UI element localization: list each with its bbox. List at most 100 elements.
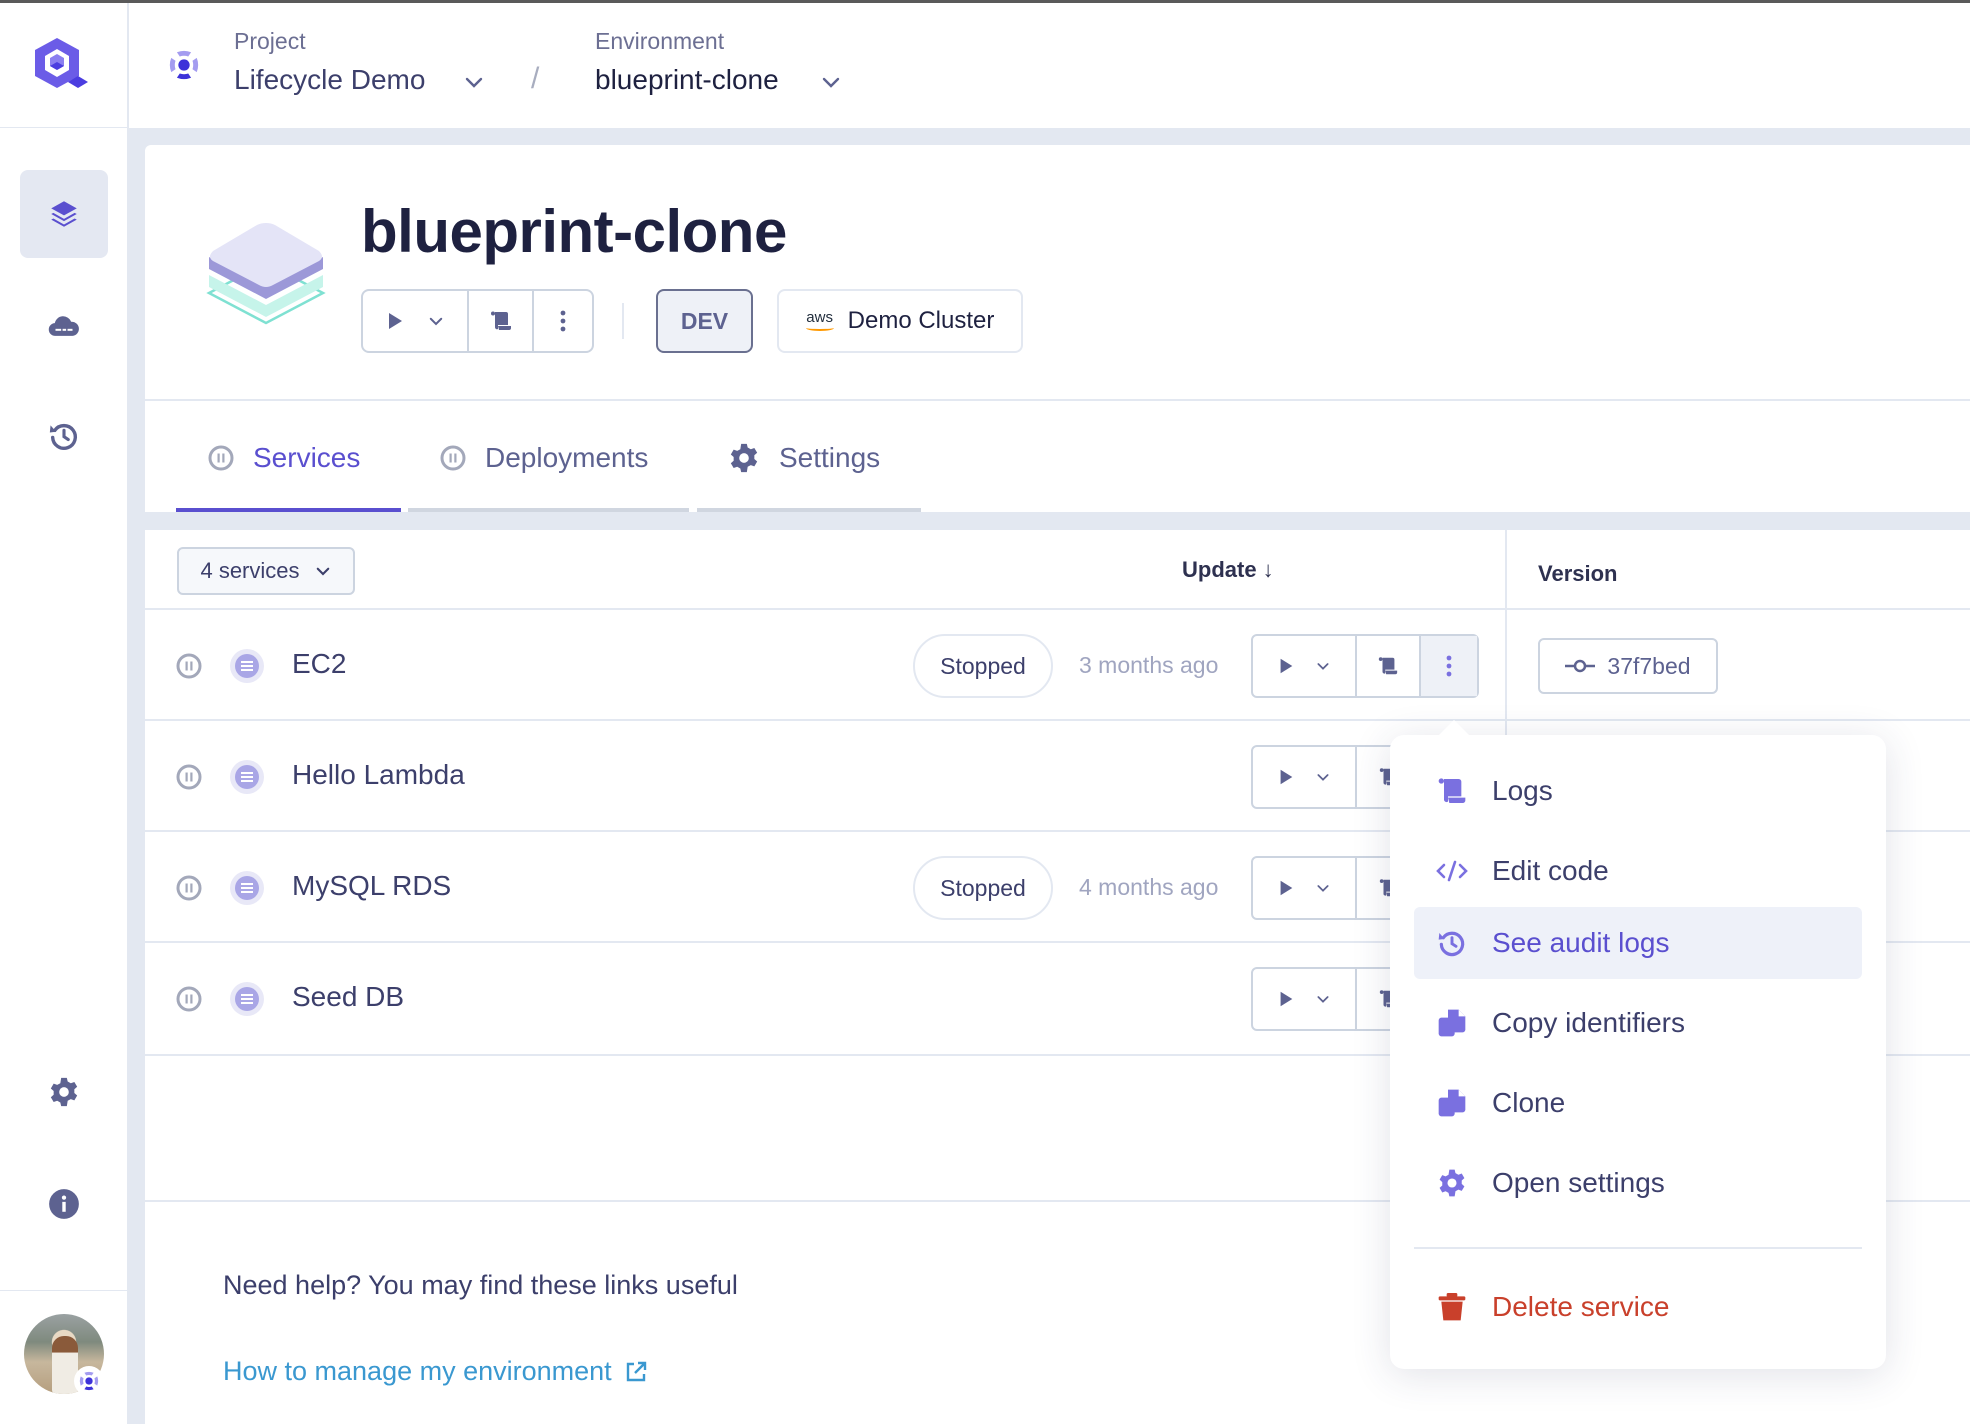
tab-indicator-settings	[697, 508, 921, 512]
service-icon	[230, 760, 264, 794]
trash-icon	[1438, 1293, 1466, 1321]
info-icon	[49, 1189, 79, 1219]
gear-icon	[1439, 1169, 1465, 1197]
gear-icon	[730, 443, 758, 473]
environment-illustration-icon	[206, 223, 326, 325]
cluster-name: Demo Cluster	[847, 307, 995, 334]
qovery-logo-icon[interactable]	[32, 36, 94, 94]
sidebar-item-environments[interactable]	[20, 170, 108, 258]
sidebar-item-audit-logs[interactable]	[20, 392, 108, 480]
chevron-down-icon	[1317, 663, 1329, 670]
menu-divider	[1414, 1247, 1862, 1249]
organization-badge-icon	[74, 1366, 104, 1396]
breadcrumb-separator: /	[531, 62, 540, 95]
project-name[interactable]: Lifecycle Demo	[234, 64, 425, 96]
sidebar-item-cluster[interactable]	[20, 282, 108, 370]
deploy-button[interactable]	[1253, 858, 1357, 918]
chevron-down-icon	[316, 567, 329, 576]
status-badge: Stopped	[913, 856, 1053, 920]
play-icon	[1280, 769, 1293, 785]
menu-item-logs[interactable]: Logs	[1414, 755, 1862, 827]
play-icon	[1280, 658, 1293, 674]
environment-title: blueprint-clone	[361, 198, 787, 265]
environment-logs-button[interactable]	[469, 291, 534, 351]
status-icon	[176, 653, 202, 679]
menu-item-copy-identifiers[interactable]: Copy identifiers	[1414, 987, 1862, 1059]
copy-icon	[1438, 1009, 1466, 1037]
sidebar-header-divider	[0, 127, 128, 128]
service-name[interactable]: MySQL RDS	[292, 870, 451, 902]
deploy-button[interactable]	[1253, 636, 1357, 696]
environment-name[interactable]: blueprint-clone	[595, 64, 779, 96]
services-count: 4 services	[200, 558, 300, 583]
menu-item-delete-service[interactable]: Delete service	[1414, 1271, 1862, 1343]
menu-item-clone[interactable]: Clone	[1414, 1067, 1862, 1139]
gear-icon	[50, 1077, 78, 1107]
status-icon	[176, 986, 202, 1012]
status-icon	[440, 445, 466, 471]
chevron-down-icon[interactable]	[819, 70, 843, 94]
copy-icon	[1438, 1089, 1466, 1117]
last-update: 4 months ago	[1079, 874, 1219, 900]
play-icon	[389, 313, 402, 329]
cloud-icon	[48, 316, 79, 336]
more-vertical-icon	[560, 310, 566, 332]
project-label: Project	[234, 28, 306, 54]
service-icon	[230, 649, 264, 683]
history-icon	[1438, 931, 1465, 957]
service-context-menu: Logs Edit code See audit logs Copy ident…	[1390, 735, 1886, 1369]
version-commit-button[interactable]: 37f7bed	[1538, 638, 1718, 694]
status-icon	[176, 764, 202, 790]
toolbar-divider	[622, 303, 624, 339]
tab-settings[interactable]: Settings	[727, 437, 880, 479]
chevron-down-icon	[429, 317, 443, 326]
deploy-button[interactable]	[363, 291, 469, 351]
service-logs-button[interactable]	[1357, 636, 1421, 696]
service-more-button[interactable]	[1421, 636, 1477, 696]
tab-indicator-services	[176, 508, 401, 512]
column-header-update[interactable]: Update ↓	[1182, 557, 1274, 583]
tab-deployments[interactable]: Deployments	[439, 437, 648, 479]
logs-icon	[1438, 778, 1466, 803]
environment-actions	[361, 289, 594, 353]
commit-icon	[1565, 659, 1596, 673]
service-name[interactable]: Hello Lambda	[292, 759, 465, 791]
commit-hash: 37f7bed	[1607, 652, 1691, 679]
help-link-manage-environment[interactable]: How to manage my environment	[223, 1356, 648, 1387]
deploy-button[interactable]	[1253, 969, 1357, 1029]
table-row[interactable]: EC2 Stopped 3 months ago 37f7bed	[145, 610, 1970, 721]
tab-label: Settings	[779, 442, 881, 473]
sidebar-item-settings[interactable]	[20, 1048, 108, 1136]
help-text: Need help? You may find these links usef…	[223, 1270, 738, 1300]
last-update: 3 months ago	[1079, 652, 1219, 678]
sidebar-item-info[interactable]	[20, 1160, 108, 1248]
play-icon	[1280, 880, 1293, 896]
tab-services[interactable]: Services	[207, 437, 360, 479]
external-link-icon	[626, 1361, 646, 1381]
logs-icon	[490, 311, 511, 330]
column-header-version: Version	[1538, 561, 1618, 586]
logs-icon	[1378, 657, 1398, 675]
more-vertical-icon	[1446, 655, 1452, 677]
menu-item-edit-code[interactable]: Edit code	[1414, 835, 1862, 907]
project-icon	[169, 50, 199, 80]
play-icon	[1280, 991, 1293, 1007]
sidebar-footer-divider	[0, 1290, 128, 1291]
menu-item-see-audit-logs[interactable]: See audit logs	[1414, 907, 1862, 979]
chevron-down-icon[interactable]	[462, 70, 486, 94]
environment-more-button[interactable]	[534, 291, 592, 351]
deploy-button[interactable]	[1253, 747, 1357, 807]
cluster-badge[interactable]: aws Demo Cluster	[777, 289, 1023, 353]
service-name[interactable]: Seed DB	[292, 981, 404, 1013]
services-filter-dropdown[interactable]: 4 services	[177, 547, 355, 595]
status-icon	[208, 445, 234, 471]
menu-item-open-settings[interactable]: Open settings	[1414, 1147, 1862, 1219]
service-name[interactable]: EC2	[292, 648, 346, 680]
chevron-down-icon	[1317, 885, 1329, 892]
environment-header: blueprint-clone DEV aws Demo Cluster Ser…	[145, 145, 1970, 512]
chevron-down-icon	[1317, 774, 1329, 781]
top-bar: Project Lifecycle Demo / Environment blu…	[129, 0, 1970, 128]
environment-label: Environment	[595, 28, 725, 54]
status-icon	[176, 875, 202, 901]
tab-indicator-deployments	[408, 508, 689, 512]
